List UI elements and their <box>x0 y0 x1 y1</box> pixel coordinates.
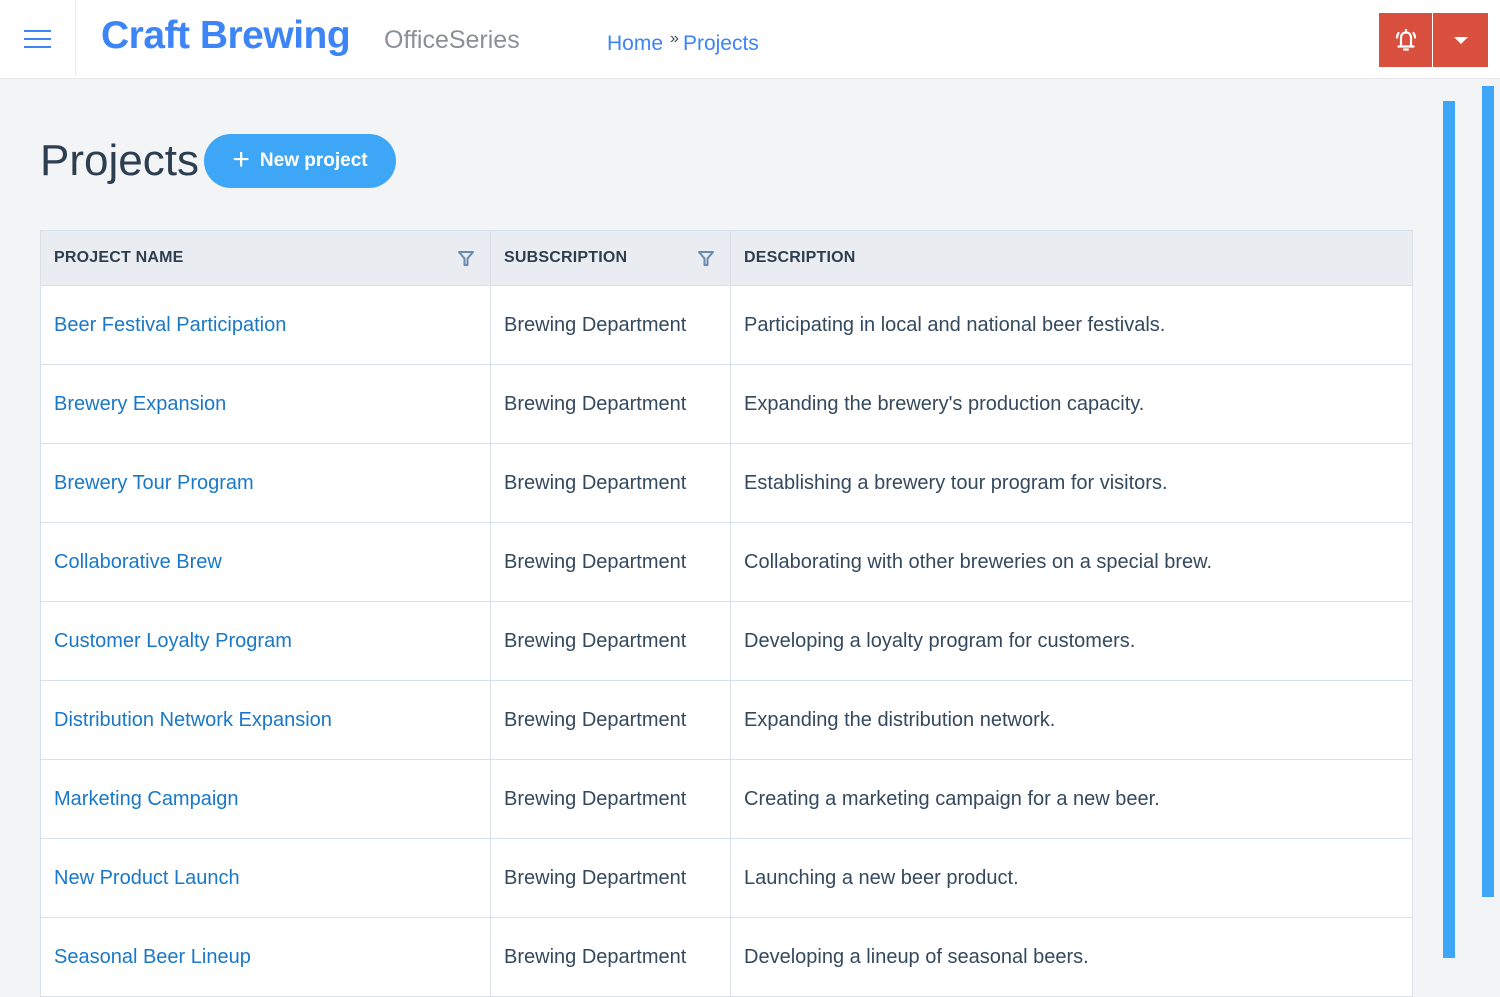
cell-subscription: Brewing Department <box>491 523 731 601</box>
table-row: Collaborative Brew Brewing Department Coll… <box>41 523 1412 602</box>
cell-subscription: Brewing Department <box>491 602 731 680</box>
table-row: Brewery Tour Program Brewing Department Es… <box>41 444 1412 523</box>
alerts-button-group <box>1379 13 1488 67</box>
column-header-label: SUBSCRIPTION <box>504 249 628 266</box>
cell-description: Developing a loyalty program for custome… <box>744 629 1136 652</box>
new-project-label: New project <box>259 150 368 171</box>
alarm-bell-icon <box>1395 28 1416 51</box>
content-scrollbar[interactable] <box>1443 101 1455 958</box>
project-link[interactable]: New Product Launch <box>54 867 240 890</box>
cell-project-name: Beer Festival Participation <box>41 286 491 364</box>
table-row: Brewery Expansion Brewing Department Expan… <box>41 365 1412 444</box>
cell-description: Creating a marketing campaign for a new … <box>744 787 1160 810</box>
cell-project-name: Marketing Campaign <box>41 760 491 838</box>
cell-description: Collaborating with other breweries on a … <box>744 550 1213 573</box>
cell-description: Developing a lineup of seasonal beers. <box>744 945 1089 968</box>
table-row: Distribution Network Expansion Brewing De… <box>41 681 1412 760</box>
project-link[interactable]: Marketing Campaign <box>54 788 239 811</box>
column-header-project-name[interactable]: PROJECT NAME <box>41 231 491 285</box>
project-link[interactable]: Seasonal Beer Lineup <box>54 946 251 969</box>
project-link[interactable]: Distribution Network Expansion <box>54 709 332 732</box>
breadcrumb-separator-icon: » <box>670 30 679 47</box>
cell-subscription: Brewing Department <box>491 760 731 838</box>
plus-icon: + <box>232 142 250 176</box>
table-row: Beer Festival Participation Brewing Depar… <box>41 286 1412 365</box>
cell-subscription: Brewing Department <box>491 365 731 443</box>
cell-project-name: Distribution Network Expansion <box>41 681 491 759</box>
filter-icon[interactable] <box>457 249 475 267</box>
cell-project-name: Customer Loyalty Program <box>41 602 491 680</box>
cell-description: Launching a new beer product. <box>744 866 1019 889</box>
table-row: New Product Launch Brewing Department Laun… <box>41 839 1412 918</box>
caret-down-icon <box>1453 36 1468 44</box>
suite-name: OfficeSeries <box>384 26 520 54</box>
filter-icon[interactable] <box>697 249 715 267</box>
table-body: Beer Festival Participation Brewing Depar… <box>41 286 1412 997</box>
project-link[interactable]: Collaborative Brew <box>54 551 222 574</box>
new-project-button[interactable]: + New project <box>204 134 396 188</box>
top-navigation-bar: Craft Brewing OfficeSeries Home » Projec… <box>0 0 1500 79</box>
page-title: Projects <box>40 136 199 185</box>
column-header-description: DESCRIPTION <box>731 231 1412 285</box>
menu-toggle-button[interactable] <box>0 0 76 76</box>
project-link[interactable]: Beer Festival Participation <box>54 314 286 337</box>
cell-description: Expanding the distribution network. <box>744 708 1056 731</box>
breadcrumb: Home » Projects <box>607 30 759 56</box>
breadcrumb-home[interactable]: Home <box>607 32 663 56</box>
cell-project-name: New Product Launch <box>41 839 491 917</box>
cell-subscription: Brewing Department <box>491 681 731 759</box>
projects-table: PROJECT NAME SUBSCRIPTION DESCRIPTION Be… <box>40 230 1413 997</box>
cell-subscription: Brewing Department <box>491 918 731 996</box>
column-header-label: PROJECT NAME <box>54 249 184 266</box>
cell-project-name: Brewery Expansion <box>41 365 491 443</box>
column-header-subscription[interactable]: SUBSCRIPTION <box>491 231 731 285</box>
breadcrumb-projects[interactable]: Projects <box>683 32 759 56</box>
alerts-dropdown-button[interactable] <box>1433 13 1488 67</box>
table-header: PROJECT NAME SUBSCRIPTION DESCRIPTION <box>41 231 1412 286</box>
page-scrollbar[interactable] <box>1482 86 1494 897</box>
cell-subscription: Brewing Department <box>491 444 731 522</box>
project-link[interactable]: Customer Loyalty Program <box>54 630 292 653</box>
project-link[interactable]: Brewery Expansion <box>54 393 226 416</box>
cell-subscription: Brewing Department <box>491 839 731 917</box>
table-row: Customer Loyalty Program Brewing Departme… <box>41 602 1412 681</box>
project-link[interactable]: Brewery Tour Program <box>54 472 254 495</box>
cell-description: Establishing a brewery tour program for … <box>744 471 1168 494</box>
cell-description: Participating in local and national beer… <box>744 313 1166 336</box>
table-row: Seasonal Beer Lineup Brewing Department De… <box>41 918 1412 997</box>
cell-project-name: Collaborative Brew <box>41 523 491 601</box>
cell-subscription: Brewing Department <box>491 286 731 364</box>
table-row: Marketing Campaign Brewing Department Crea… <box>41 760 1412 839</box>
cell-project-name: Brewery Tour Program <box>41 444 491 522</box>
cell-description: Expanding the brewery's production capac… <box>744 392 1145 415</box>
app-brand[interactable]: Craft Brewing <box>101 14 351 58</box>
alerts-button[interactable] <box>1379 13 1432 67</box>
column-header-label: DESCRIPTION <box>744 249 856 266</box>
cell-project-name: Seasonal Beer Lineup <box>41 918 491 996</box>
